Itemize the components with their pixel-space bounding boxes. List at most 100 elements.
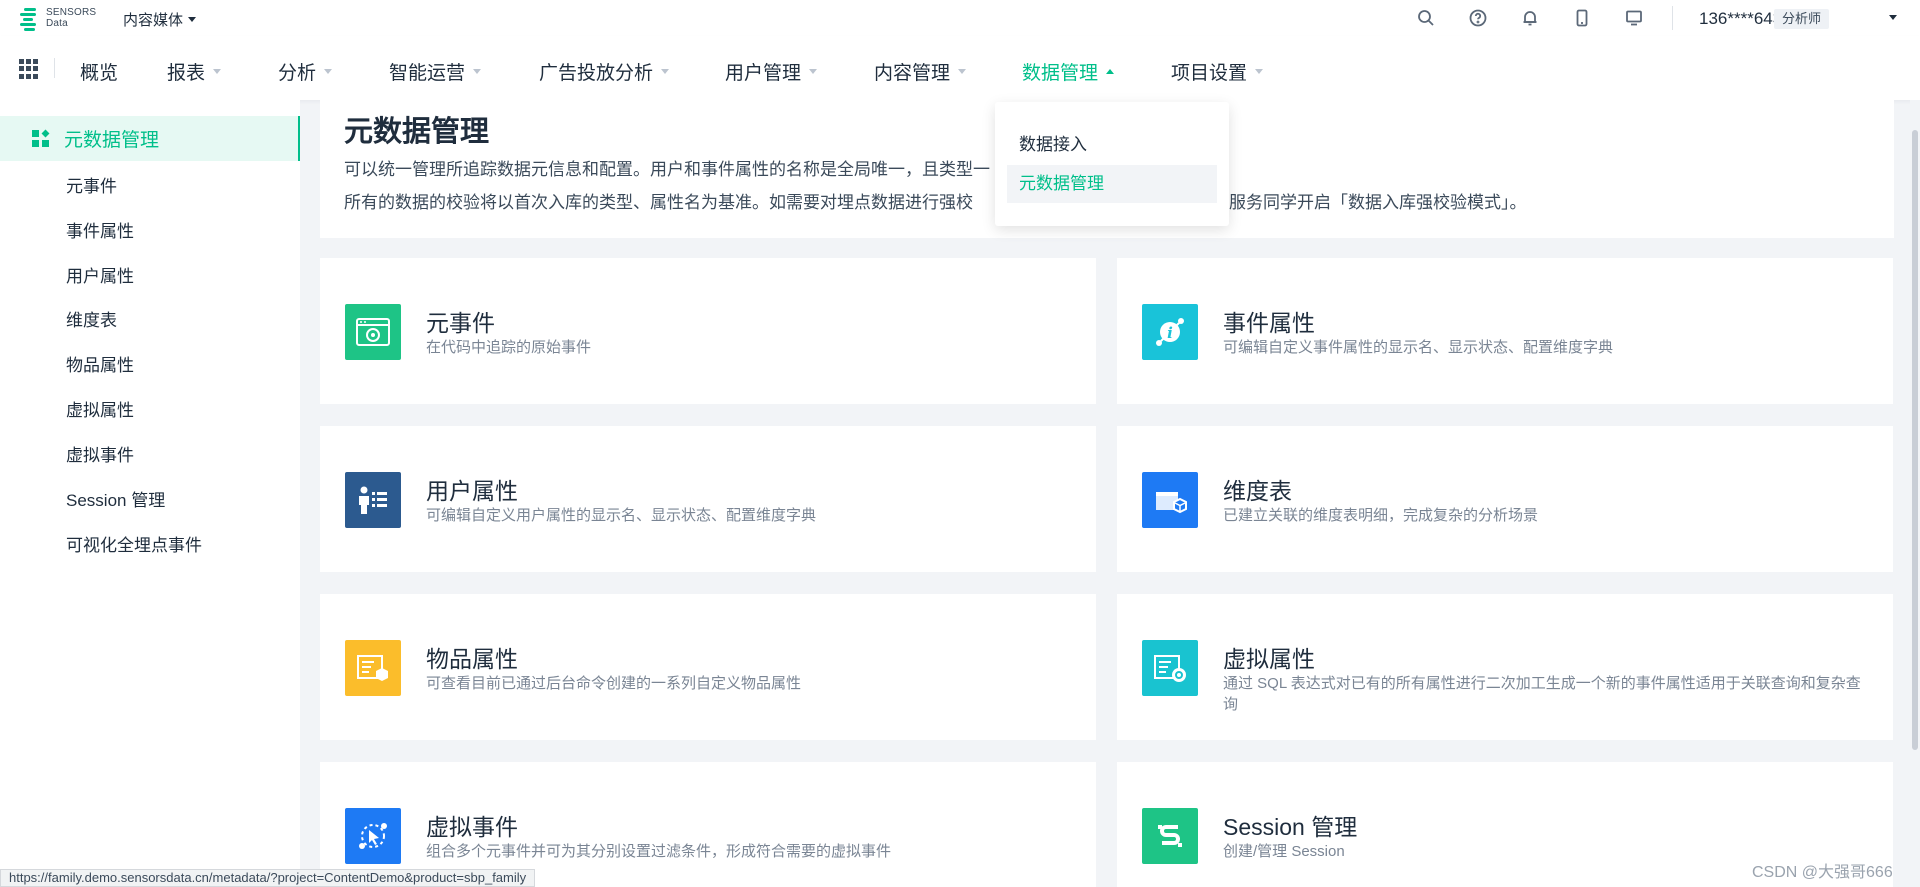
svg-text:i: i [1167, 324, 1173, 342]
card-description: 已建立关联的维度表明细，完成复杂的分析场景 [1223, 507, 1539, 524]
card-title: 事件属性 [1223, 310, 1315, 336]
card-item-property[interactable]: 物品属性 可查看目前已通过后台命令创建的一系列自定义物品属性 [320, 594, 1096, 740]
help-icon[interactable] [1452, 0, 1504, 36]
card-title: 虚拟属性 [1223, 646, 1315, 672]
card-title: 维度表 [1223, 478, 1292, 504]
nav-label: 智能运营 [389, 63, 466, 84]
dimension-table-icon [1142, 472, 1198, 528]
nav-label: 报表 [167, 63, 206, 84]
sidebar-item-virtual-property[interactable]: 虚拟属性 [66, 396, 134, 421]
card-description: 在代码中追踪的原始事件 [426, 339, 592, 356]
sidebar-item-virtual-event[interactable]: 虚拟事件 [66, 441, 134, 466]
monitor-icon[interactable] [1608, 0, 1660, 36]
card-description: 组合多个元事件并可为其分别设置过滤条件，形成符合需要的虚拟事件 [426, 843, 892, 860]
nav-smart-operation[interactable]: 智能运营 [389, 58, 482, 85]
sidebar-item-metadata-management[interactable]: 元数据管理 [0, 116, 300, 161]
card-description: 可查看目前已通过后台命令创建的一系列自定义物品属性 [426, 675, 802, 692]
nav-overview[interactable]: 概览 [80, 58, 118, 85]
intro-line-2-right: 服务同学开启「数据入库强校验模式」。 [1229, 193, 1527, 212]
user-menu-caret-icon[interactable] [1889, 15, 1897, 20]
event-property-icon: i [1142, 304, 1198, 360]
chevron-down-icon [1255, 69, 1264, 74]
intro-line-2-left: 所有的数据的校验将以首次入库的类型、属性名为基准。如需要对埋点数据进行强校 [344, 193, 973, 212]
chevron-up-icon [1106, 69, 1115, 74]
nav-label: 分析 [278, 63, 317, 84]
data-management-dropdown: 数据接入 元数据管理 [995, 102, 1229, 226]
header-icon-group [1400, 0, 1660, 36]
nav-ad-analysis[interactable]: 广告投放分析 [539, 58, 670, 85]
chevron-down-icon [958, 69, 967, 74]
watermark: CSDN @大强哥666 [1752, 864, 1893, 881]
sidebar-item-item-property[interactable]: 物品属性 [66, 351, 134, 376]
nav-label: 数据管理 [1022, 63, 1099, 84]
intro-line-1: 可以统一管理所追踪数据元信息和配置。用户和事件属性的名称是全局唯一，且类型一 [344, 160, 990, 179]
card-title: 虚拟事件 [426, 814, 518, 840]
sidebar-item-visual-tracking-event[interactable]: 可视化全埋点事件 [66, 531, 202, 556]
menu-item-metadata-management[interactable]: 元数据管理 [1007, 165, 1217, 203]
project-name: 内容媒体 [123, 12, 184, 29]
page-scrollbar[interactable] [1910, 100, 1920, 887]
app-grid-icon[interactable] [19, 59, 39, 79]
nav-label: 用户管理 [725, 63, 802, 84]
chevron-down-icon [661, 69, 670, 74]
card-dimension-table[interactable]: 维度表 已建立关联的维度表明细，完成复杂的分析场景 [1117, 426, 1893, 572]
role-badge: 分析师 [1774, 9, 1830, 29]
sidebar-item-meta-event[interactable]: 元事件 [66, 172, 117, 197]
logo-text: SENSORS Data [46, 7, 96, 29]
bell-icon[interactable] [1504, 0, 1556, 36]
logo-mark-icon [20, 6, 40, 31]
chevron-down-icon [809, 69, 818, 74]
nav-label: 广告投放分析 [539, 63, 654, 84]
chevron-down-icon [324, 69, 333, 74]
sidebar-item-dimension-table[interactable]: 维度表 [66, 306, 117, 331]
nav-content-management[interactable]: 内容管理 [874, 58, 967, 85]
menu-item-data-access[interactable]: 数据接入 [1007, 126, 1217, 164]
card-title: 物品属性 [426, 646, 518, 672]
nav-user-management[interactable]: 用户管理 [725, 58, 818, 85]
nav-data-management[interactable]: 数据管理 [1022, 58, 1115, 85]
card-meta-event[interactable]: 元事件 在代码中追踪的原始事件 [320, 258, 1096, 404]
user-property-icon [345, 472, 401, 528]
logo-line2: Data [46, 18, 68, 29]
card-title: 元事件 [426, 310, 495, 336]
page-title: 元数据管理 [344, 116, 490, 148]
nav-label: 概览 [80, 63, 119, 84]
nav-analysis[interactable]: 分析 [278, 58, 333, 85]
top-bar: SENSORS Data 内容媒体 136****6430 分析师 [0, 0, 1920, 36]
virtual-event-icon [345, 808, 401, 864]
dashboard-icon [32, 129, 50, 148]
virtual-property-icon [1142, 640, 1198, 696]
chevron-down-icon [213, 69, 222, 74]
scrollbar-thumb[interactable] [1912, 130, 1918, 750]
mobile-icon[interactable] [1556, 0, 1608, 36]
sidebar-item-user-property[interactable]: 用户属性 [66, 262, 134, 287]
logo-line1: SENSORS [46, 7, 97, 18]
search-icon[interactable] [1400, 0, 1452, 36]
meta-event-icon [345, 304, 401, 360]
nav-label: 内容管理 [874, 63, 951, 84]
nav-reports[interactable]: 报表 [167, 58, 222, 85]
card-description: 可编辑自定义事件属性的显示名、显示状态、配置维度字典 [1223, 339, 1614, 356]
nav-divider [54, 58, 55, 78]
card-title: Session 管理 [1223, 814, 1358, 840]
card-event-property[interactable]: i 事件属性 可编辑自定义事件属性的显示名、显示状态、配置维度字典 [1117, 258, 1893, 404]
card-description: 通过 SQL 表达式对已有的所有属性进行二次加工生成一个新的事件属性适用于关联查… [1223, 675, 1861, 713]
sidebar-item-event-property[interactable]: 事件属性 [66, 217, 134, 242]
nav-label: 项目设置 [1171, 63, 1248, 84]
sensors-data-logo[interactable]: SENSORS Data [20, 6, 96, 31]
card-title: 用户属性 [426, 478, 518, 504]
caret-down-icon [188, 17, 197, 22]
browser-status-url: https://family.demo.sensorsdata.cn/metad… [0, 869, 536, 887]
session-icon [1142, 808, 1198, 864]
card-description: 可编辑自定义用户属性的显示名、显示状态、配置维度字典 [426, 507, 817, 524]
item-property-icon [345, 640, 401, 696]
header-divider [1672, 6, 1673, 30]
project-switcher[interactable]: 内容媒体 [123, 9, 197, 30]
main-nav: 概览 报表 分析 智能运营 广告投放分析 用户管理 内容管理 数据管理 项目设置 [0, 36, 1920, 100]
card-user-property[interactable]: 用户属性 可编辑自定义用户属性的显示名、显示状态、配置维度字典 [320, 426, 1096, 572]
chevron-down-icon [473, 69, 482, 74]
nav-project-settings[interactable]: 项目设置 [1171, 58, 1264, 85]
sidebar-header-label: 元数据管理 [64, 130, 160, 151]
sidebar-item-session-management[interactable]: Session 管理 [66, 486, 165, 511]
card-virtual-property[interactable]: 虚拟属性 通过 SQL 表达式对已有的所有属性进行二次加工生成一个新的事件属性适… [1117, 594, 1893, 740]
